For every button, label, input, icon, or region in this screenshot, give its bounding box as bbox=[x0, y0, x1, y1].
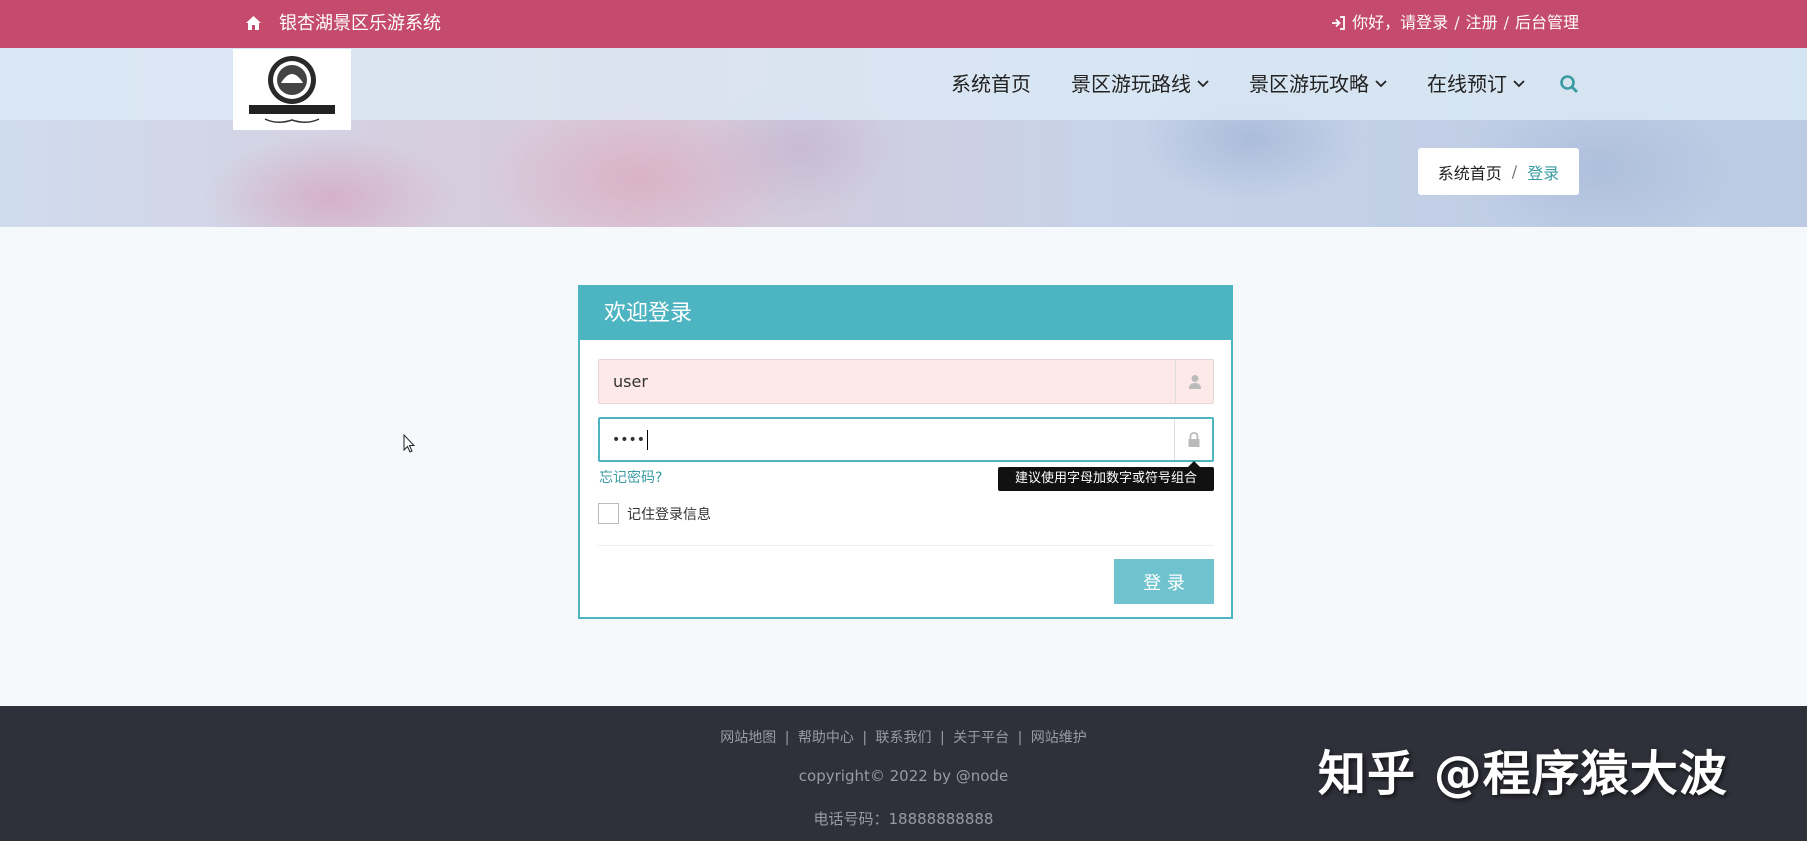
divider bbox=[598, 545, 1214, 546]
nav-item-label: 系统首页 bbox=[951, 72, 1031, 96]
forgot-password-link[interactable]: 忘记密码? bbox=[599, 467, 662, 487]
mouse-cursor-icon bbox=[403, 434, 415, 453]
nav-item-routes[interactable]: 景区游玩路线 bbox=[1071, 72, 1209, 96]
logo-emblem-icon bbox=[249, 55, 335, 123]
separator: / bbox=[1503, 13, 1509, 32]
password-field: •••• bbox=[598, 417, 1214, 462]
nav-item-home[interactable]: 系统首页 bbox=[951, 72, 1031, 96]
footer-link-sitemap[interactable]: 网站地图 bbox=[718, 730, 778, 746]
separator: | bbox=[935, 730, 950, 746]
breadcrumb-home[interactable]: 系统首页 bbox=[1438, 160, 1502, 184]
username-input[interactable] bbox=[599, 360, 1175, 403]
footer-link-help[interactable]: 帮助中心 bbox=[796, 730, 856, 746]
nav-item-label: 景区游玩攻略 bbox=[1249, 72, 1369, 96]
breadcrumb: 系统首页 / 登录 bbox=[1418, 148, 1579, 195]
admin-link[interactable]: 后台管理 bbox=[1515, 11, 1579, 35]
main-nav: 系统首页 景区游玩路线 景区游玩攻略 在线预订 bbox=[911, 48, 1579, 120]
remember-label: 记住登录信息 bbox=[627, 506, 711, 523]
chevron-down-icon bbox=[1513, 80, 1525, 88]
lock-icon bbox=[1174, 419, 1212, 460]
password-input[interactable]: •••• bbox=[600, 419, 1174, 460]
separator: / bbox=[1454, 13, 1460, 32]
register-link[interactable]: 注册 bbox=[1466, 11, 1498, 35]
footer-link-maintenance[interactable]: 网站维护 bbox=[1029, 730, 1089, 746]
user-icon bbox=[1175, 360, 1213, 403]
user-links: 你好，请登录 / 注册 / 后台管理 bbox=[1331, 11, 1579, 35]
footer-link-about[interactable]: 关于平台 bbox=[951, 730, 1011, 746]
separator: | bbox=[857, 730, 872, 746]
breadcrumb-current: 登录 bbox=[1527, 163, 1560, 183]
login-button[interactable]: 登 录 bbox=[1114, 559, 1214, 604]
home-icon[interactable] bbox=[245, 15, 262, 31]
site-name[interactable]: 银杏湖景区乐游系统 bbox=[279, 12, 441, 36]
search-icon[interactable] bbox=[1559, 74, 1579, 94]
nav-item-label: 在线预订 bbox=[1427, 72, 1507, 96]
top-bar: 银杏湖景区乐游系统 你好，请登录 / 注册 / 后台管理 bbox=[0, 0, 1807, 48]
sign-in-icon bbox=[1332, 16, 1346, 30]
password-mask: •••• bbox=[612, 431, 646, 448]
nav-item-booking[interactable]: 在线预订 bbox=[1427, 72, 1525, 96]
chevron-down-icon bbox=[1375, 80, 1387, 88]
remember-checkbox[interactable] bbox=[598, 503, 619, 524]
password-tooltip: 建议使用字母加数字或符号组合 bbox=[998, 461, 1214, 491]
breadcrumb-separator: / bbox=[1511, 162, 1518, 181]
phone-number: 电话号码：18888888888 bbox=[813, 810, 994, 828]
watermark: 知乎 @程序猿大波 bbox=[1318, 746, 1728, 802]
nav-item-guides[interactable]: 景区游玩攻略 bbox=[1249, 72, 1387, 96]
separator: | bbox=[780, 730, 794, 746]
remember-me[interactable]: 记住登录信息 bbox=[598, 503, 711, 524]
nav-item-label: 景区游玩路线 bbox=[1071, 72, 1191, 96]
text-caret bbox=[647, 429, 649, 450]
username-field bbox=[598, 359, 1214, 404]
chevron-down-icon bbox=[1197, 80, 1209, 88]
site-logo[interactable] bbox=[233, 49, 351, 130]
login-link[interactable]: 你好，请登录 bbox=[1352, 11, 1448, 35]
login-panel: 欢迎登录 •••• 忘记密码? 建议使用字母加数字或符号组合 记住登录信息 登 … bbox=[578, 285, 1233, 619]
separator: | bbox=[1013, 730, 1027, 746]
footer-link-contact[interactable]: 联系我们 bbox=[874, 730, 934, 746]
login-title: 欢迎登录 bbox=[580, 287, 1231, 340]
